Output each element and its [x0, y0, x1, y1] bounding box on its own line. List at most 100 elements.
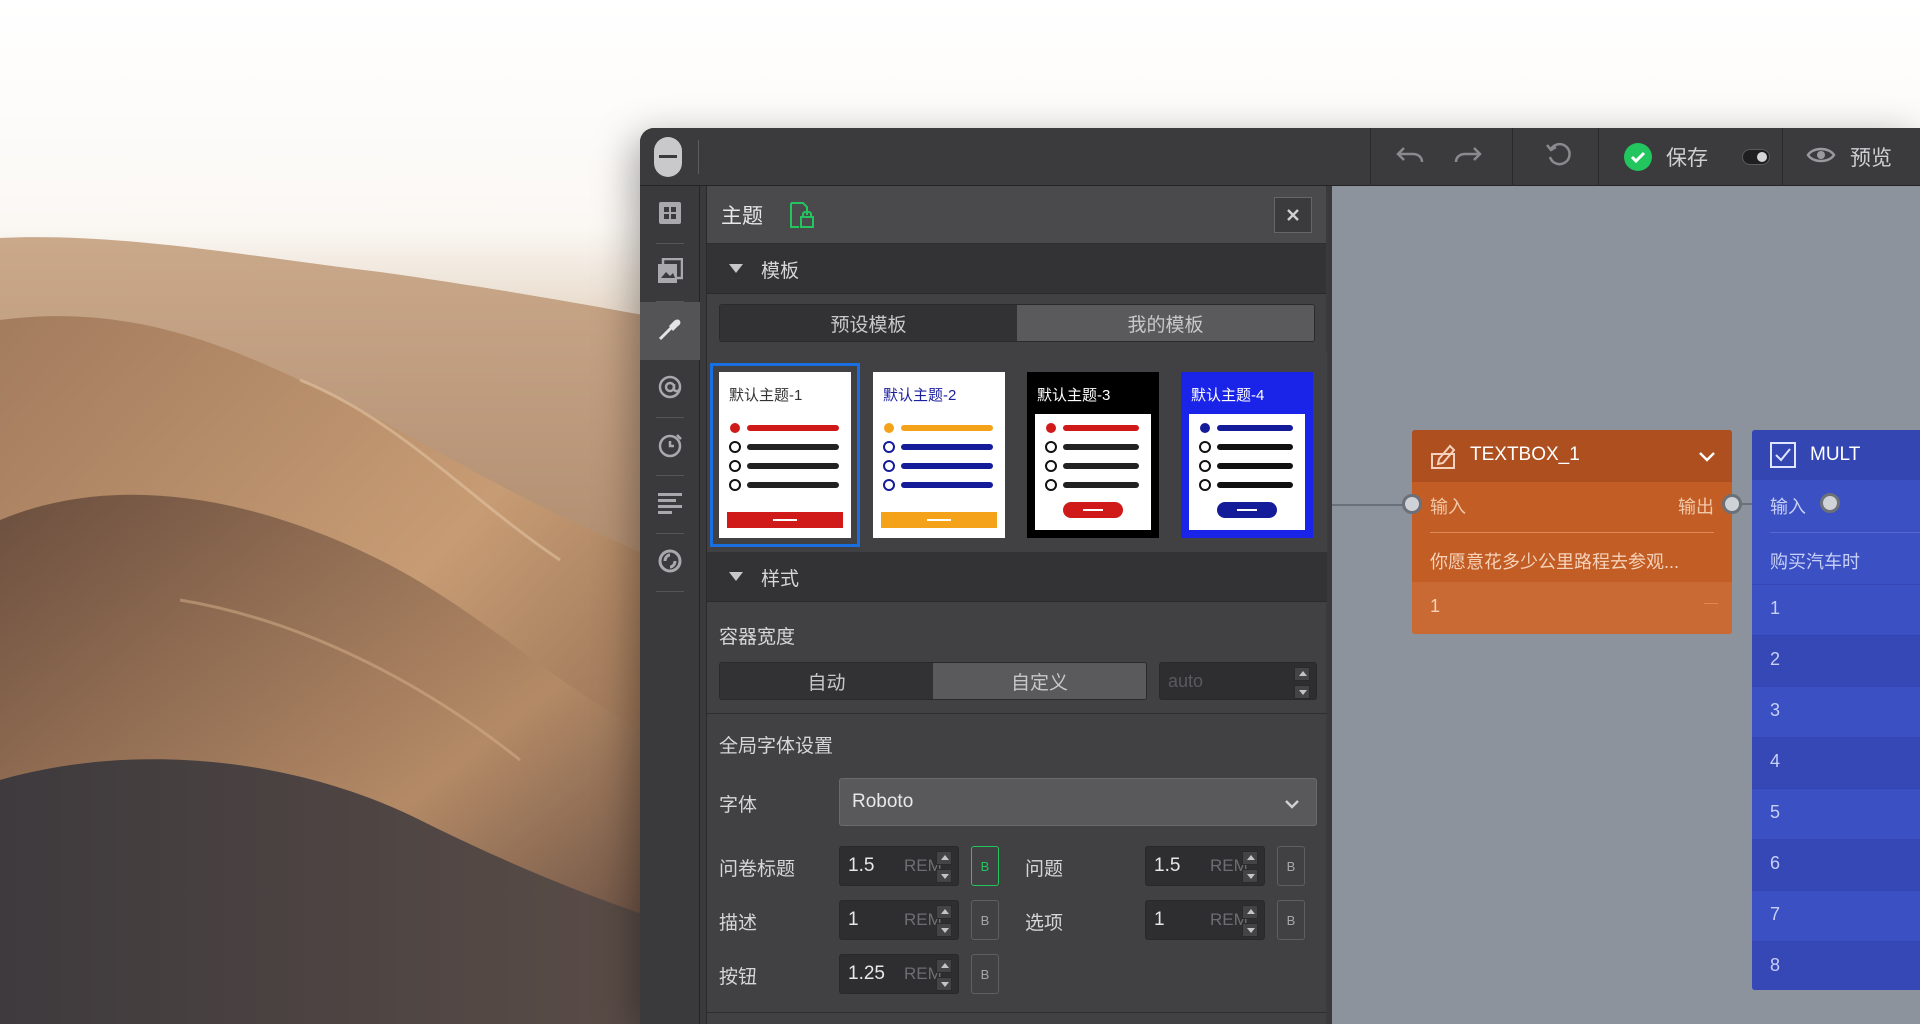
mult-option-label: 2: [1770, 649, 1781, 669]
stepper-down-icon[interactable]: [1242, 923, 1258, 937]
chevron-down-icon: [1284, 795, 1300, 814]
size-value: 1: [848, 909, 859, 930]
toolbar-divider: [1512, 128, 1513, 186]
textbox-node[interactable]: TEXTBOX_1 输入 输出 你愿意花多少公里路程去参观... 1 —: [1412, 430, 1732, 634]
stepper-up-icon[interactable]: [1294, 667, 1310, 681]
reset-button[interactable]: [1524, 128, 1594, 186]
size-stepper[interactable]: [1242, 905, 1258, 937]
eye-icon: [1806, 144, 1836, 170]
stepper-down-icon[interactable]: [1242, 869, 1258, 883]
stepper-up-icon[interactable]: [936, 851, 952, 865]
size-stepper[interactable]: [936, 959, 952, 991]
multiple-choice-node[interactable]: MULT 输入 购买汽车时 1 2 3 4 5 6 7 8: [1752, 430, 1920, 990]
preview-label: 预览: [1850, 147, 1892, 170]
mult-option-row[interactable]: 6: [1752, 839, 1920, 890]
rail-item-timer[interactable]: [640, 418, 700, 476]
size-value: 1: [1154, 909, 1165, 930]
option-bold-toggle[interactable]: B: [1277, 900, 1305, 940]
mult-option-label: 6: [1770, 853, 1781, 873]
node-divider: [1430, 532, 1714, 533]
theme-card-2[interactable]: 默认主题-2: [873, 372, 1005, 538]
description-size-input[interactable]: 1 REM: [839, 900, 959, 940]
size-value: 1.5: [1154, 855, 1181, 876]
mult-node-header[interactable]: MULT: [1752, 430, 1920, 480]
width-custom-option[interactable]: 自定义: [933, 663, 1146, 699]
question-size-input[interactable]: 1.5 REM: [1145, 846, 1265, 886]
output-port[interactable]: [1722, 494, 1742, 514]
collapse-triangle-icon: [729, 572, 743, 581]
option-size-input[interactable]: 1 REM: [1145, 900, 1265, 940]
reset-icon: [1545, 141, 1573, 173]
mult-option-label: 8: [1770, 955, 1781, 975]
size-stepper[interactable]: [936, 851, 952, 883]
width-input[interactable]: auto: [1159, 662, 1317, 700]
button-bold-toggle[interactable]: B: [971, 954, 999, 994]
survey-title-bold-toggle[interactable]: B: [971, 846, 999, 886]
lock-file-icon[interactable]: [789, 201, 815, 233]
templates-section-label: 模板: [761, 261, 800, 282]
node-answer-row: 1 —: [1412, 582, 1732, 634]
save-group: 保存: [1624, 128, 1824, 186]
stepper-down-icon[interactable]: [1294, 685, 1310, 699]
rail-item-components[interactable]: [640, 186, 700, 244]
theme-panel: 主题 模板 预设模板 我的模板 默认主题-1 默认主题-2 默认主题-3 默认主…: [706, 186, 1327, 1024]
description-bold-toggle[interactable]: B: [971, 900, 999, 940]
font-select[interactable]: Roboto: [839, 778, 1317, 826]
mult-option-row[interactable]: 1: [1752, 584, 1920, 635]
mult-option-row[interactable]: 8: [1752, 941, 1920, 990]
rail-item-logic[interactable]: [640, 534, 700, 592]
tab-my-templates[interactable]: 我的模板: [1017, 305, 1314, 341]
style-section-header[interactable]: 样式: [707, 552, 1327, 602]
size-stepper[interactable]: [1242, 851, 1258, 883]
at-icon: [657, 374, 683, 404]
autosave-toggle[interactable]: [1742, 149, 1770, 165]
mult-option-row[interactable]: 4: [1752, 737, 1920, 788]
question-bold-toggle[interactable]: B: [1277, 846, 1305, 886]
undo-icon: [1396, 144, 1424, 170]
survey-title-size-input[interactable]: 1.5 REM: [839, 846, 959, 886]
size-stepper[interactable]: [936, 905, 952, 937]
node-answer-value: 1: [1430, 596, 1441, 616]
stepper-up-icon[interactable]: [936, 905, 952, 919]
templates-section-header[interactable]: 模板: [707, 244, 1326, 294]
mult-option-row[interactable]: 2: [1752, 635, 1920, 686]
mult-option-row[interactable]: 5: [1752, 788, 1920, 839]
textbox-node-header[interactable]: TEXTBOX_1: [1412, 430, 1732, 482]
theme-card-3[interactable]: 默认主题-3: [1027, 372, 1159, 538]
tab-preset-templates[interactable]: 预设模板: [720, 305, 1017, 341]
stepper-down-icon[interactable]: [936, 923, 952, 937]
connection-line: [1332, 504, 1406, 506]
flow-canvas[interactable]: TEXTBOX_1 输入 输出 你愿意花多少公里路程去参观... 1 — MUL…: [1332, 186, 1920, 1024]
button-size-input[interactable]: 1.25 REM: [839, 954, 959, 994]
rail-item-theme[interactable]: [640, 302, 700, 360]
stepper-down-icon[interactable]: [936, 977, 952, 991]
undo-button[interactable]: [1382, 128, 1438, 186]
mult-option-row[interactable]: 7: [1752, 890, 1920, 941]
theme-preview-3: [1035, 414, 1151, 530]
style-section-label: 样式: [761, 569, 800, 590]
rail-item-text[interactable]: [640, 476, 700, 534]
preview-button[interactable]: 预览: [1806, 128, 1916, 186]
width-auto-option[interactable]: 自动: [720, 663, 933, 699]
left-icon-rail: [640, 186, 700, 1024]
mult-option-row[interactable]: 3: [1752, 686, 1920, 737]
node-question-text: 购买汽车时: [1770, 552, 1860, 572]
input-port[interactable]: [1820, 493, 1840, 513]
theme-card-4[interactable]: 默认主题-4: [1181, 372, 1313, 538]
redo-button[interactable]: [1440, 128, 1496, 186]
timer-icon: [657, 432, 683, 462]
stepper-up-icon[interactable]: [1242, 851, 1258, 865]
stepper-up-icon[interactable]: [936, 959, 952, 973]
save-button[interactable]: 保存: [1666, 142, 1708, 172]
rail-item-mentions[interactable]: [640, 360, 700, 418]
stepper-down-icon[interactable]: [936, 869, 952, 883]
chevron-down-icon[interactable]: [1698, 448, 1716, 467]
input-port[interactable]: [1402, 494, 1422, 514]
mult-option-label: 5: [1770, 802, 1781, 822]
toolbar-divider: [1782, 128, 1783, 186]
theme-card-1[interactable]: 默认主题-1: [710, 363, 860, 547]
close-panel-button[interactable]: [1274, 197, 1312, 233]
stepper-up-icon[interactable]: [1242, 905, 1258, 919]
rail-item-pages[interactable]: [640, 244, 700, 302]
width-stepper[interactable]: [1294, 667, 1310, 699]
